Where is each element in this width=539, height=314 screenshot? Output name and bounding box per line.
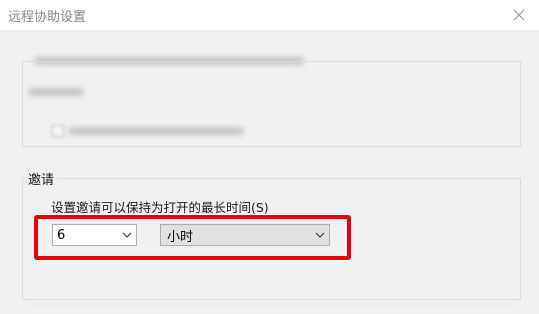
dialog-title: 远程协助设置 [8, 10, 87, 25]
close-icon [513, 9, 525, 21]
blurred-checkbox-label [68, 127, 244, 135]
blurred-checkbox[interactable] [52, 125, 64, 137]
invitations-group-label: 邀请 [24, 169, 59, 188]
title-bar: 远程协助设置 [0, 0, 539, 30]
blurred-group-label [28, 88, 84, 96]
red-highlight-box [34, 215, 351, 260]
invitation-duration-label: 设置邀请可以保持为打开的最长时间(S) [51, 200, 269, 215]
close-button[interactable] [499, 0, 539, 30]
blurred-bottom-divider [30, 304, 510, 305]
remote-assistance-settings-dialog: 远程协助设置 邀请 设置邀请可以保持为打开的最长时间(S) 6 小时 [0, 0, 539, 314]
